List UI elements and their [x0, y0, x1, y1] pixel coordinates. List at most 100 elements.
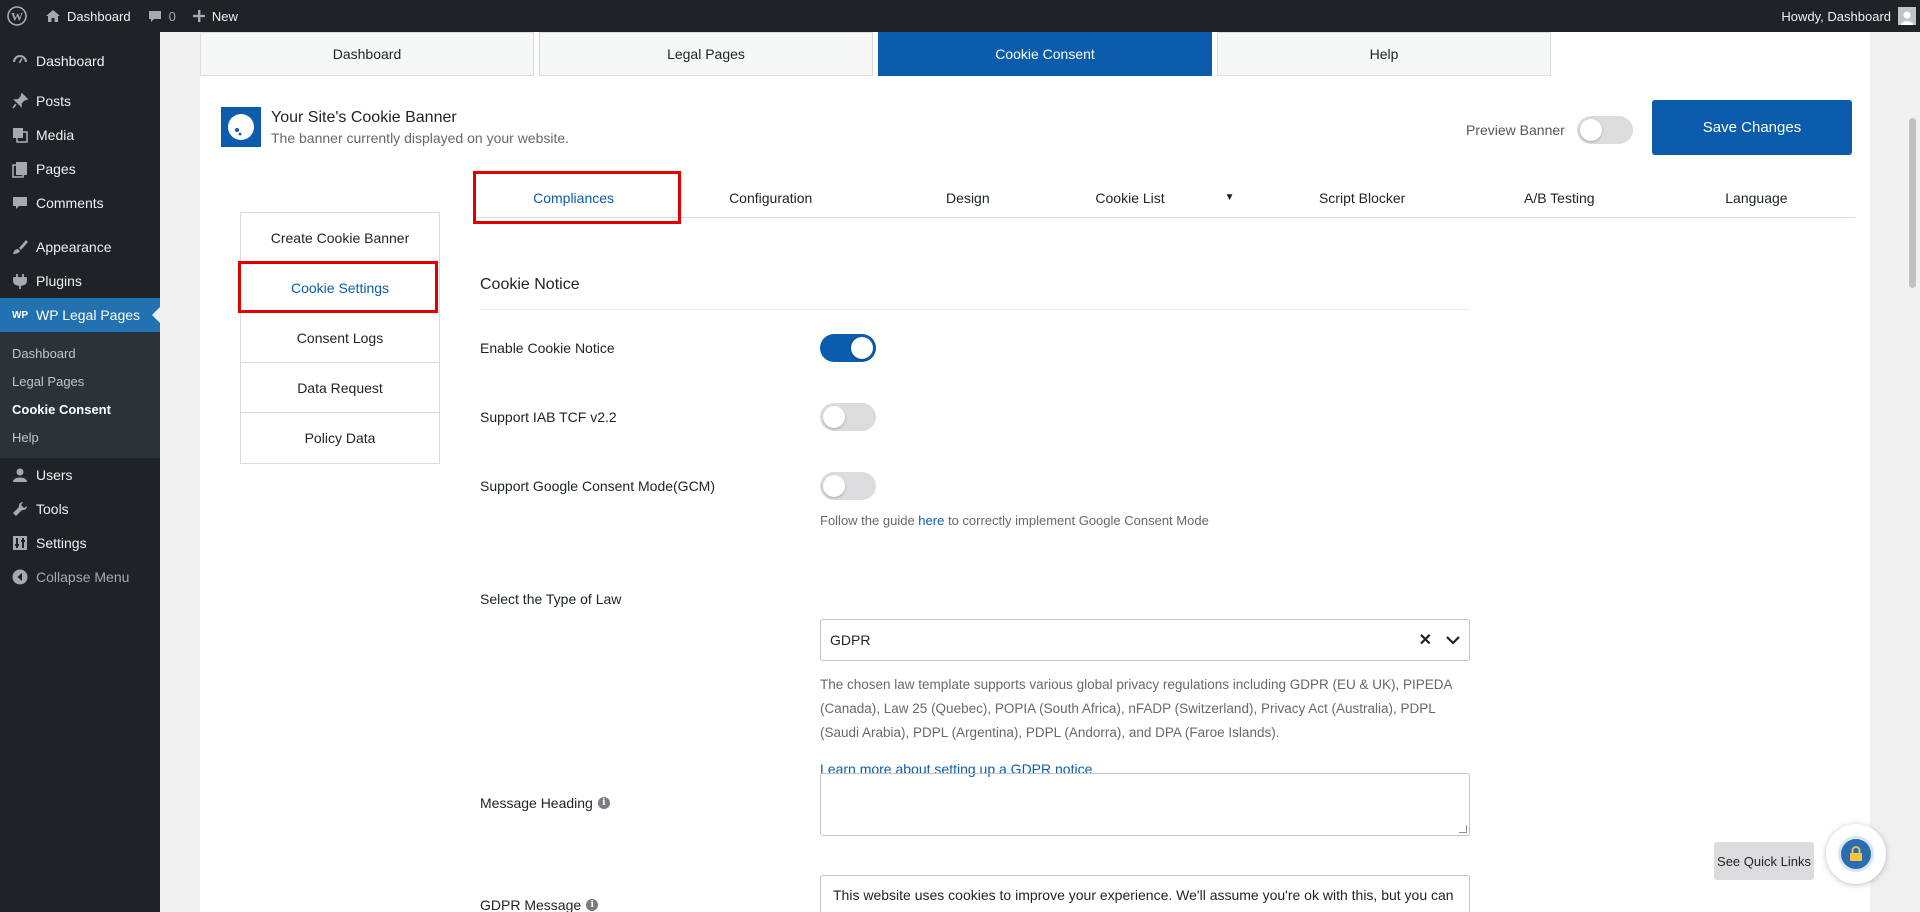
admin-bar: W Dashboard 0 New Howdy, Dashboard: [0, 0, 1920, 32]
sidebar-item-label: Media: [36, 127, 75, 143]
new-label: New: [211, 8, 238, 24]
sidebar-item-pages[interactable]: Pages: [0, 152, 160, 186]
law-description: The chosen law template supports various…: [820, 677, 1452, 740]
sidebar-item-wp-legal-pages[interactable]: WP WP Legal Pages: [0, 298, 160, 332]
sidebar-item-appearance[interactable]: Appearance: [0, 230, 160, 264]
sidebar-item-dashboard[interactable]: Dashboard: [0, 44, 160, 78]
admin-sidebar: Dashboard Posts Media Pages Comments App…: [0, 32, 160, 912]
home-icon: [45, 8, 61, 24]
section-title: Cookie Notice: [480, 276, 580, 293]
law-type-select[interactable]: GDPR ✕: [820, 619, 1470, 661]
subnav-data-request[interactable]: Data Request: [241, 363, 439, 413]
support-iab-label: Support IAB TCF v2.2: [480, 409, 617, 425]
tab-ab-testing[interactable]: A/B Testing: [1461, 178, 1658, 217]
info-icon[interactable]: i: [586, 899, 599, 911]
brush-icon: [10, 237, 30, 257]
gcm-guide-link[interactable]: here: [918, 513, 944, 528]
sidebar-item-label: Settings: [36, 535, 87, 551]
tab-language[interactable]: Language: [1658, 178, 1855, 217]
sidebar-item-users[interactable]: Users: [0, 458, 160, 492]
tab-cookie-consent[interactable]: Cookie Consent: [878, 32, 1212, 76]
preview-banner-label: Preview Banner: [1466, 122, 1565, 138]
plus-icon: [192, 9, 206, 23]
sidebar-item-label: Collapse Menu: [36, 569, 130, 585]
wrench-icon: [10, 499, 30, 519]
support-iab-toggle[interactable]: [820, 403, 876, 431]
resize-grip-icon[interactable]: [1459, 825, 1467, 833]
toggle-knob: [823, 475, 845, 497]
toggle-knob: [823, 406, 845, 428]
wplp-icon: WP: [11, 309, 29, 321]
scrollbar-thumb[interactable]: [1909, 118, 1916, 288]
sidebar-item-comments[interactable]: Comments: [0, 186, 160, 220]
tab-cookie-list[interactable]: Cookie List ▼: [1066, 178, 1263, 217]
collapse-icon: [10, 567, 30, 587]
site-name-link[interactable]: Dashboard: [37, 0, 139, 32]
law-type-value: GDPR: [830, 632, 871, 648]
toggle-knob: [1579, 119, 1602, 141]
sidebar-item-tools[interactable]: Tools: [0, 492, 160, 526]
info-icon[interactable]: i: [597, 797, 610, 809]
preview-banner-toggle[interactable]: [1576, 116, 1633, 144]
collapse-menu-button[interactable]: Collapse Menu: [0, 560, 160, 594]
submenu-item-cookie-consent[interactable]: Cookie Consent: [0, 395, 160, 423]
page-scrollbar[interactable]: [1905, 32, 1920, 912]
banner-title: Your Site's Cookie Banner: [271, 109, 457, 126]
gdpr-message-input[interactable]: This website uses cookies to improve you…: [820, 875, 1470, 912]
comments-link[interactable]: 0: [139, 0, 184, 32]
subnav-create-cookie-banner[interactable]: Create Cookie Banner: [241, 213, 439, 263]
sidebar-item-label: Users: [36, 467, 73, 483]
sidebar-item-media[interactable]: Media: [0, 118, 160, 152]
plug-icon: [10, 271, 30, 291]
sidebar-item-label: Posts: [36, 93, 72, 109]
message-heading-text: Message Heading: [480, 795, 593, 811]
message-heading-input[interactable]: [820, 773, 1470, 836]
tab-legal-pages[interactable]: Legal Pages: [539, 32, 873, 76]
settings-section-tabs: Compliances Configuration Design Cookie …: [475, 178, 1855, 218]
tab-configuration[interactable]: Configuration: [672, 178, 869, 217]
dashboard-icon: [10, 51, 30, 71]
banner-header: Your Site's Cookie Banner The banner cur…: [221, 107, 569, 147]
support-gcm-toggle[interactable]: [820, 472, 876, 500]
clear-icon[interactable]: ✕: [1419, 630, 1432, 650]
tab-script-blocker[interactable]: Script Blocker: [1264, 178, 1461, 217]
wordpress-logo-icon[interactable]: W: [0, 0, 37, 32]
settings-icon: [10, 533, 30, 553]
new-content-link[interactable]: New: [184, 0, 246, 32]
subnav-policy-data[interactable]: Policy Data: [241, 413, 439, 463]
sidebar-item-posts[interactable]: Posts: [0, 84, 160, 118]
pages-icon: [10, 159, 30, 179]
cookie-logo-icon: [221, 107, 261, 147]
sidebar-item-plugins[interactable]: Plugins: [0, 264, 160, 298]
media-icon: [10, 125, 30, 145]
sidebar-item-settings[interactable]: Settings: [0, 526, 160, 560]
avatar: [1898, 7, 1916, 25]
enable-cookie-notice-toggle[interactable]: [820, 334, 876, 362]
save-changes-button[interactable]: Save Changes: [1652, 100, 1852, 155]
law-type-label: Select the Type of Law: [480, 591, 622, 607]
subnav-consent-logs[interactable]: Consent Logs: [241, 313, 439, 363]
svg-text:W: W: [11, 10, 23, 24]
banner-subtitle: The banner currently displayed on your w…: [271, 130, 570, 146]
submenu-item-help[interactable]: Help: [0, 423, 160, 451]
tab-help[interactable]: Help: [1217, 32, 1551, 76]
gdpr-message-text: GDPR Message: [480, 897, 582, 912]
highlight-compliances: [473, 171, 681, 224]
plugin-top-tabs: Dashboard Legal Pages Cookie Consent Hel…: [200, 32, 1556, 76]
sidebar-item-label: Comments: [36, 195, 104, 211]
highlight-cookie-settings: [238, 261, 438, 313]
my-account-link[interactable]: Howdy, Dashboard: [1773, 0, 1920, 32]
message-heading-label: Message Heading i: [480, 795, 610, 811]
comments-count: 0: [168, 8, 176, 24]
tab-design[interactable]: Design: [869, 178, 1066, 217]
enable-cookie-notice-label: Enable Cookie Notice: [480, 340, 615, 356]
tab-dashboard[interactable]: Dashboard: [200, 32, 534, 76]
see-quick-links-button[interactable]: See Quick Links: [1714, 842, 1814, 880]
chevron-down-icon[interactable]: [1446, 632, 1460, 648]
submenu-item-legal-pages[interactable]: Legal Pages: [0, 367, 160, 395]
lock-icon: [1838, 836, 1874, 872]
preview-banner-control: Preview Banner: [1466, 116, 1633, 144]
quick-links-lock-button[interactable]: [1826, 824, 1886, 884]
submenu-item-dashboard[interactable]: Dashboard: [0, 339, 160, 367]
section-divider: [480, 309, 1470, 310]
